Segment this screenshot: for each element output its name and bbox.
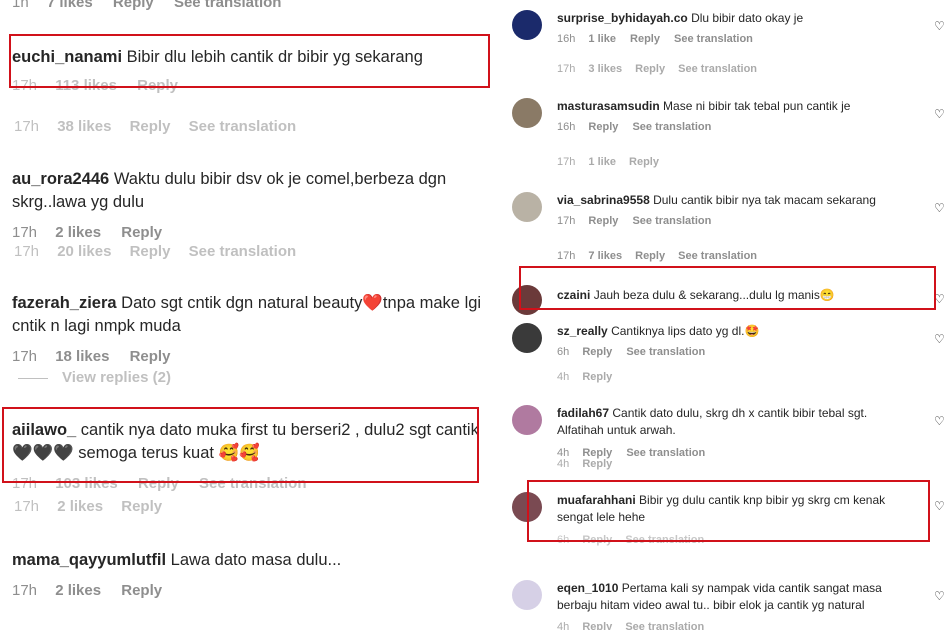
avatar[interactable] [512, 10, 542, 40]
see-translation-button[interactable]: See translation [626, 346, 705, 358]
comment-text: Dlu bibir dato okay je [691, 11, 804, 25]
likes-count[interactable]: 1 like [588, 33, 616, 45]
comment-meta: 17h 7 likes Reply See translation [557, 250, 758, 262]
reply-button[interactable]: Reply [121, 224, 162, 241]
comment-meta: 6h Reply See translation [557, 346, 706, 358]
comment-meta: 17h 3 likes Reply See translation [557, 63, 758, 75]
highlight-box [527, 480, 930, 542]
see-translation-button[interactable]: See translation [632, 121, 711, 133]
avatar[interactable] [512, 405, 542, 435]
comment-meta: 4h Reply See translation [557, 621, 705, 630]
comment-username[interactable]: mama_qayyumlutfil [12, 551, 166, 569]
comment-item: fazerah_ziera Dato sgt cntik dgn natural… [12, 292, 492, 365]
highlight-box [9, 34, 490, 88]
comment-meta: 17h 1 like Reply [557, 156, 659, 168]
right-screenshot-panel: surprise_byhidayah.co Dlu bibir dato oka… [505, 0, 950, 630]
reply-button[interactable]: Reply [630, 33, 660, 45]
like-heart-icon[interactable]: ♡ [934, 590, 947, 603]
like-heart-icon[interactable]: ♡ [934, 108, 947, 121]
comment-username[interactable]: masturasamsudin [557, 99, 660, 113]
comment-text: Lawa dato masa dulu... [170, 551, 342, 569]
see-translation-button[interactable]: See translation [174, 0, 282, 11]
comment-username[interactable]: au_rora2446 [12, 170, 109, 188]
likes-count[interactable]: 18 likes [55, 348, 109, 365]
see-translation-button[interactable]: See translation [674, 33, 753, 45]
comment-meta: 17h 20 likes Reply See translation [14, 243, 297, 260]
comment-meta: 4h Reply [557, 371, 613, 383]
see-translation-button[interactable]: See translation [632, 215, 711, 227]
comment-username[interactable]: eqen_1010 [557, 581, 618, 595]
avatar[interactable] [512, 192, 542, 222]
reply-button[interactable]: Reply [121, 582, 162, 599]
likes-count[interactable]: 2 likes [55, 582, 101, 599]
reply-button[interactable]: Reply [588, 215, 618, 227]
reply-button[interactable]: Reply [582, 346, 612, 358]
comment-username[interactable]: fadilah67 [557, 406, 609, 420]
highlight-box [2, 407, 479, 483]
comment-text: Mase ni bibir tak tebal pun cantik je [663, 99, 851, 113]
avatar[interactable] [512, 323, 542, 353]
reply-button[interactable]: Reply [113, 0, 154, 11]
comment-text: Dulu cantik bibir nya tak macam sekarang [653, 193, 876, 207]
comment-meta: 17h 18 likes Reply [12, 348, 171, 365]
comment-text: Cantiknya lips dato yg dl.🤩 [611, 324, 760, 338]
like-heart-icon[interactable]: ♡ [934, 333, 947, 346]
like-heart-icon[interactable]: ♡ [934, 202, 947, 215]
likes-count[interactable]: 7 likes [47, 0, 93, 11]
reply-button[interactable]: Reply [130, 348, 171, 365]
comment-username[interactable]: fazerah_ziera [12, 294, 117, 312]
comment-item: mama_qayyumlutfil Lawa dato masa dulu...… [12, 549, 492, 599]
comment-meta: 17h 2 likes Reply [12, 224, 163, 241]
comment-username[interactable]: via_sabrina9558 [557, 193, 650, 207]
like-heart-icon[interactable]: ♡ [934, 500, 947, 513]
comment-meta: 1h 7 likes Reply See translation [12, 0, 297, 11]
comment-item: au_rora2446 Waktu dulu bibir dsv ok je c… [12, 168, 492, 241]
highlight-box [519, 266, 936, 310]
likes-count[interactable]: 2 likes [55, 224, 101, 241]
comment-meta: 4h Reply [557, 458, 613, 470]
left-screenshot-panel: 1h 7 likes Reply See translation euchi_n… [0, 0, 500, 630]
avatar[interactable] [512, 98, 542, 128]
comment-username[interactable]: sz_really [557, 324, 608, 338]
comment-meta: 17h 38 likes Reply See translation [14, 118, 297, 135]
comment-username[interactable]: surprise_byhidayah.co [557, 11, 688, 25]
comment-meta: 16h Reply See translation [557, 121, 712, 133]
comment-meta: 17h 2 likes Reply [14, 498, 163, 515]
like-heart-icon[interactable]: ♡ [934, 415, 947, 428]
comment-meta: 17h 2 likes Reply [12, 582, 163, 599]
avatar[interactable] [512, 580, 542, 610]
like-heart-icon[interactable]: ♡ [934, 20, 947, 33]
see-translation-button[interactable]: See translation [626, 447, 705, 459]
view-replies-button[interactable]: View replies (2) [18, 369, 171, 386]
comment-meta: 16h 1 like Reply See translation [557, 33, 753, 45]
comment-meta: 17h Reply See translation [557, 215, 712, 227]
reply-button[interactable]: Reply [588, 121, 618, 133]
